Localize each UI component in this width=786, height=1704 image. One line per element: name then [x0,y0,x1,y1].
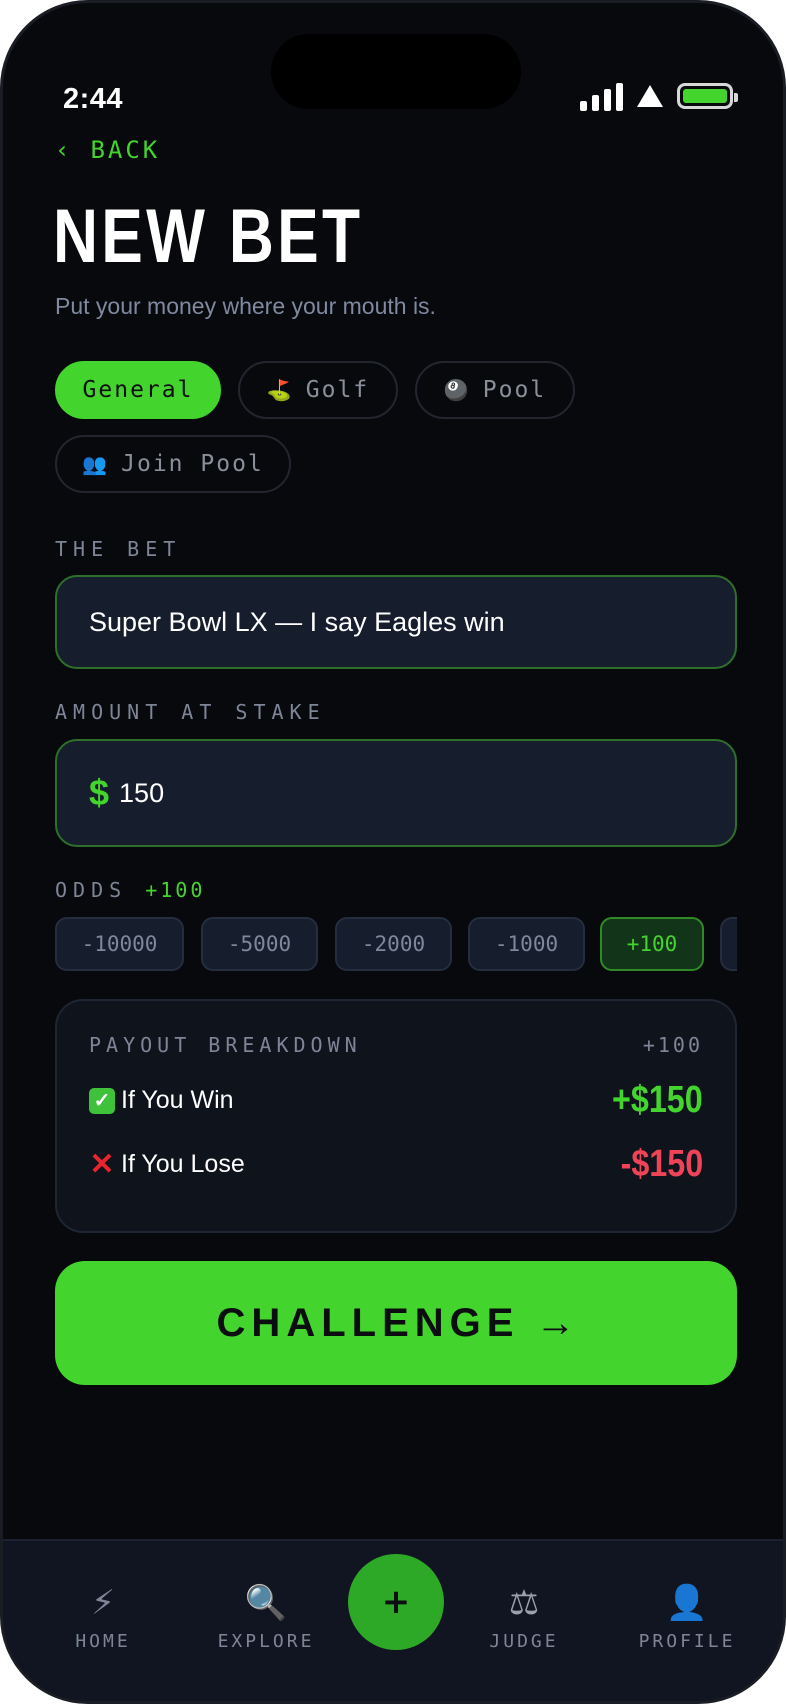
stake-label: AMOUNT AT STAKE [55,700,326,724]
win-label: If You Win [121,1086,234,1114]
dynamic-island [271,34,521,109]
bet-label: THE BET [55,537,182,561]
challenge-label: CHALLENGE [216,1300,520,1345]
cross-icon: ✕ [89,1148,115,1181]
category-chip-join-pool[interactable]: 👥 Join Pool [55,435,291,493]
tab-profile[interactable]: 👤 PROFILE [607,1581,767,1652]
category-chip-golf[interactable]: ⛳ Golf [238,361,398,419]
payout-win-row: ✓ If You Win +$150 [89,1079,703,1122]
golf-flag-icon: ⛳ [266,378,294,402]
lightning-icon: ⚡ [91,1583,115,1623]
odds-label-text: ODDS [55,878,128,902]
magnifier-icon: 🔍 [244,1583,288,1623]
win-value: +$150 [612,1079,703,1121]
tab-home-label: HOME [75,1631,131,1652]
scales-icon: ⚖ [508,1583,540,1623]
odds-selector[interactable]: -10000 -5000 -2000 -1000 +100 [55,917,737,971]
dollar-icon: $ [89,772,110,813]
plus-icon: + [381,1582,411,1622]
lose-label: If You Lose [121,1150,245,1178]
chip-label: Golf [305,377,370,403]
wifi-icon [637,85,663,107]
tab-profile-label: PROFILE [638,1631,736,1652]
status-icons [580,81,738,111]
tab-judge[interactable]: ⚖ JUDGE [444,1581,604,1652]
category-chip-general[interactable]: General [55,361,221,419]
lose-value: -$150 [620,1143,703,1185]
stake-input-value: 150 [119,777,165,808]
check-icon: ✓ [89,1087,115,1114]
stake-input[interactable]: $ 150 [55,739,737,847]
chip-label: General [82,377,194,403]
eight-ball-icon: 🎱 [443,378,471,402]
arrow-right-icon: → [535,1300,576,1345]
page-subtitle: Put your money where your mouth is. [55,293,436,319]
chip-label: Pool [482,377,547,403]
odds-option-partial[interactable] [720,917,737,971]
odds-selected-value: +100 [145,878,206,902]
bet-input-value: Super Bowl LX — I say Eagles win [89,606,505,637]
payout-breakdown-card: PAYOUT BREAKDOWN +100 ✓ If You Win +$150… [55,999,737,1233]
odds-option[interactable]: -5000 [201,917,318,971]
payout-odds: +100 [642,1033,703,1057]
odds-option[interactable]: -10000 [55,917,184,971]
tab-explore[interactable]: 🔍 EXPLORE [186,1581,346,1652]
battery-icon [677,83,738,109]
phone-frame: 2:44 ‹ BACK NEW BET Put your money where… [0,0,786,1704]
user-silhouette-icon: 👤 [665,1583,709,1623]
odds-label: ODDS +100 [55,878,205,902]
people-icon: 👥 [82,452,110,476]
back-button[interactable]: ‹ BACK [55,136,160,164]
chevron-left-icon: ‹ [55,136,73,164]
page-title: NEW BET [53,194,364,279]
odds-option[interactable]: -2000 [335,917,452,971]
cellular-signal-icon [580,81,623,111]
tab-explore-label: EXPLORE [217,1631,315,1652]
tab-home[interactable]: ⚡ HOME [23,1581,183,1652]
odds-option[interactable]: -1000 [468,917,585,971]
status-time: 2:44 [63,83,124,115]
odds-option-selected[interactable]: +100 [600,917,704,971]
category-chip-pool[interactable]: 🎱 Pool [415,361,575,419]
payout-title: PAYOUT BREAKDOWN [89,1033,362,1057]
challenge-button[interactable]: CHALLENGE → [55,1261,737,1385]
bet-input[interactable]: Super Bowl LX — I say Eagles win [55,575,737,669]
add-bet-button[interactable]: + [348,1554,444,1650]
payout-lose-row: ✕ If You Lose -$150 [89,1143,703,1186]
chip-label: Join Pool [121,451,264,477]
back-label: BACK [90,136,161,164]
tab-judge-label: JUDGE [489,1631,559,1652]
